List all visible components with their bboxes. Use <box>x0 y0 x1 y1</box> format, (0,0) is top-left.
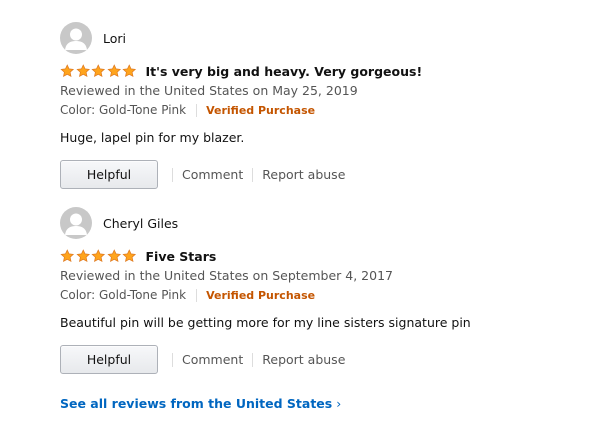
report-abuse-link[interactable]: Report abuse <box>262 167 345 182</box>
review-body: Beautiful pin will be getting more for m… <box>60 315 471 330</box>
star-icon <box>106 64 121 78</box>
review-title[interactable]: It's very big and heavy. Very gorgeous! <box>146 64 423 79</box>
divider <box>196 104 198 117</box>
reviewer-name[interactable]: Lori <box>103 31 126 46</box>
divider <box>196 289 198 302</box>
default-avatar-icon[interactable] <box>60 22 92 54</box>
report-abuse-link[interactable]: Report abuse <box>262 352 345 367</box>
divider <box>172 352 173 367</box>
reviewer-profile[interactable]: Lori <box>60 22 580 54</box>
star-icon <box>106 249 121 263</box>
comment-link[interactable]: Comment <box>182 352 243 367</box>
divider <box>252 167 254 182</box>
star-rating[interactable] <box>60 249 137 263</box>
helpful-button[interactable]: Helpful <box>60 345 158 374</box>
helpful-button[interactable]: Helpful <box>60 160 158 189</box>
default-avatar-icon[interactable] <box>60 207 92 239</box>
reviewer-name[interactable]: Cheryl Giles <box>103 216 178 231</box>
see-all-reviews-link[interactable]: See all reviews from the United States › <box>60 396 341 411</box>
verified-purchase-badge: Verified Purchase <box>206 289 316 302</box>
star-icon <box>75 249 90 263</box>
star-icon <box>91 249 106 263</box>
star-icon <box>91 64 106 78</box>
star-icon <box>75 64 90 78</box>
star-icon <box>122 249 137 263</box>
review-card: Cheryl Giles Five Stars Reviewed in the … <box>60 207 580 375</box>
comment-link[interactable]: Comment <box>182 167 243 182</box>
star-icon <box>60 249 75 263</box>
chevron-right-icon: › <box>336 396 342 411</box>
review-title[interactable]: Five Stars <box>146 249 217 264</box>
review-card: Lori It's very big and heavy. Very gorge… <box>60 22 580 190</box>
review-format[interactable]: Color: Gold-Tone Pink <box>60 287 186 304</box>
star-rating[interactable] <box>60 64 137 78</box>
verified-purchase-badge: Verified Purchase <box>206 104 316 117</box>
review-date: Reviewed in the United States on Septemb… <box>60 268 393 283</box>
star-icon <box>122 64 137 78</box>
review-format[interactable]: Color: Gold-Tone Pink <box>60 102 186 119</box>
review-date: Reviewed in the United States on May 25,… <box>60 83 358 98</box>
see-all-label[interactable]: See all reviews from the United States <box>60 396 332 411</box>
divider <box>252 352 254 367</box>
star-icon <box>60 64 75 78</box>
divider <box>172 167 173 182</box>
review-body: Huge, lapel pin for my blazer. <box>60 130 245 145</box>
reviewer-profile[interactable]: Cheryl Giles <box>60 207 580 239</box>
